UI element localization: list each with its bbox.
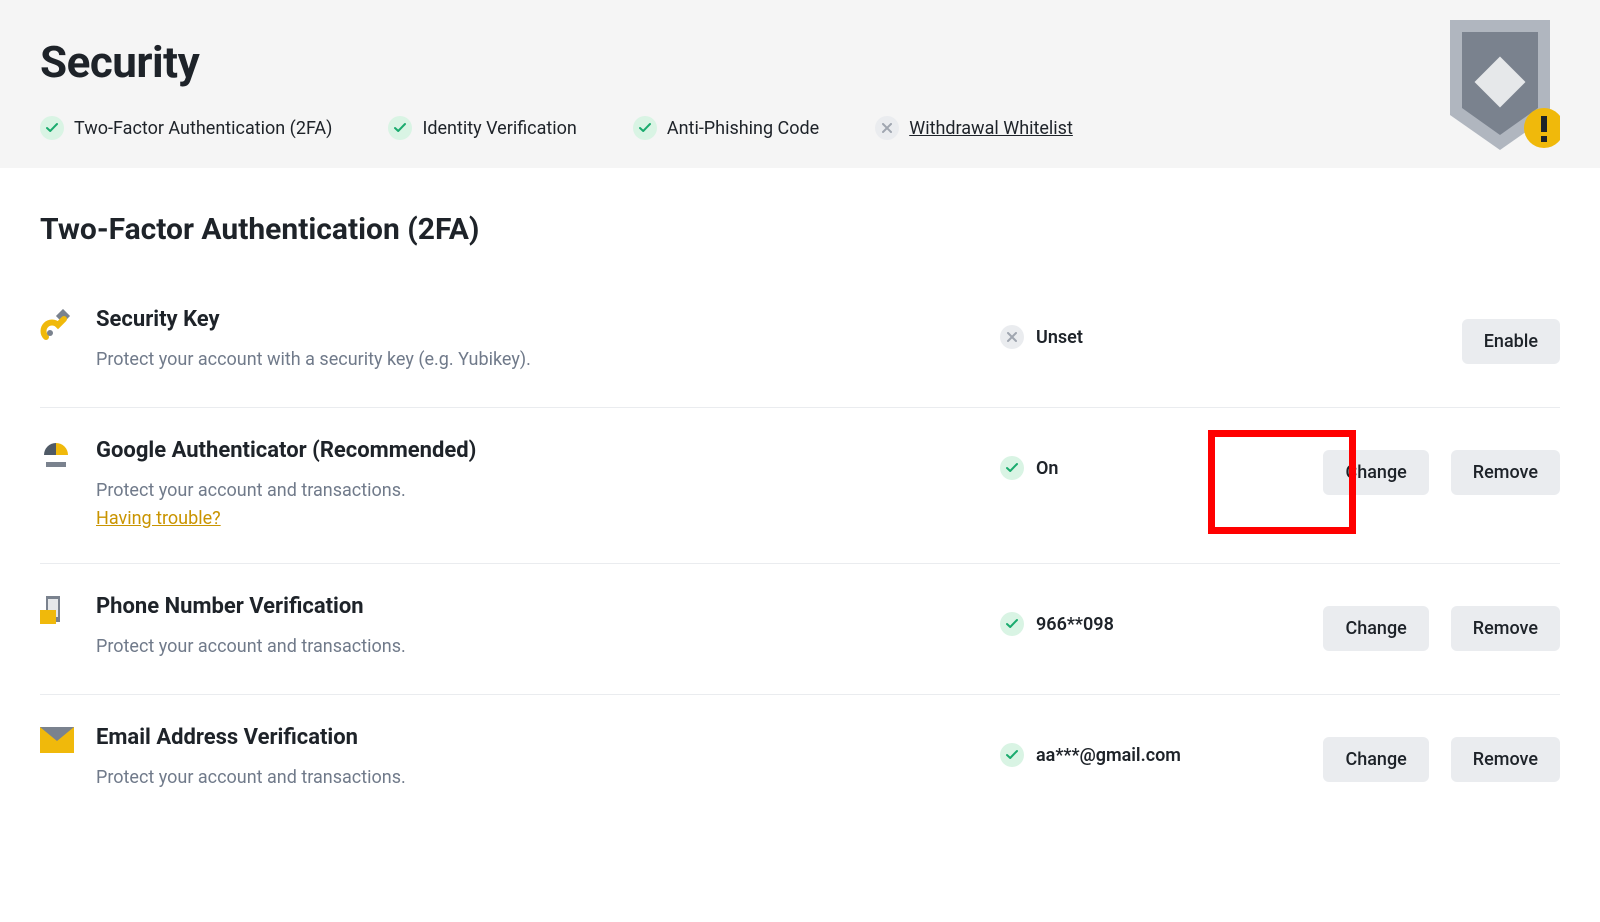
check-icon [40,116,64,140]
check-icon [1000,743,1024,767]
status-value: aa***@gmail.com [1036,745,1181,766]
change-button[interactable]: Change [1323,450,1428,495]
row-security-key: Security Key Protect your account with a… [40,277,1560,408]
item-title: Google Authenticator (Recommended) [96,438,980,463]
section-title: Two-Factor Authentication (2FA) [40,212,1560,247]
status-value: On [1036,458,1058,479]
item-desc: Protect your account and transactions. [96,477,980,504]
remove-button[interactable]: Remove [1451,450,1560,495]
status-value: 966**098 [1036,614,1114,635]
row-email-verification: Email Address Verification Protect your … [40,695,1560,825]
x-icon [1000,325,1024,349]
row-phone-verification: Phone Number Verification Protect your a… [40,564,1560,695]
google-authenticator-icon [40,438,96,476]
enable-button[interactable]: Enable [1462,319,1560,364]
status-item-2fa[interactable]: Two-Factor Authentication (2FA) [40,116,332,140]
status-value: Unset [1036,327,1083,348]
security-shield-icon [1440,20,1560,164]
phone-icon [40,594,96,634]
item-title: Security Key [96,307,980,332]
page-title: Security [40,36,1560,88]
check-icon [633,116,657,140]
item-title: Phone Number Verification [96,594,980,619]
page-header: Security Two-Factor Authentication (2FA)… [0,0,1600,168]
status-row: Two-Factor Authentication (2FA) Identity… [40,116,1560,140]
status-label: Withdrawal Whitelist [909,118,1073,139]
check-icon [1000,456,1024,480]
status-col: aa***@gmail.com [1000,725,1300,767]
status-item-antiphishing[interactable]: Anti-Phishing Code [633,116,819,140]
status-item-withdrawal-whitelist[interactable]: Withdrawal Whitelist [875,116,1073,140]
status-label: Two-Factor Authentication (2FA) [74,118,332,139]
item-title: Email Address Verification [96,725,980,750]
row-google-authenticator: Google Authenticator (Recommended) Prote… [40,408,1560,564]
remove-button[interactable]: Remove [1451,606,1560,651]
x-icon [875,116,899,140]
item-desc: Protect your account with a security key… [96,346,980,373]
status-item-identity[interactable]: Identity Verification [388,116,576,140]
status-col: 966**098 [1000,594,1300,636]
status-col: Unset [1000,307,1300,349]
status-col: On [1000,438,1300,480]
change-button[interactable]: Change [1323,737,1428,782]
check-icon [1000,612,1024,636]
item-desc: Protect your account and transactions. [96,633,980,660]
status-label: Anti-Phishing Code [667,118,819,139]
status-label: Identity Verification [422,118,576,139]
email-icon [40,725,96,757]
content: Two-Factor Authentication (2FA) Security… [0,168,1600,825]
check-icon [388,116,412,140]
having-trouble-link[interactable]: Having trouble? [96,508,221,529]
change-button[interactable]: Change [1323,606,1428,651]
security-key-icon [40,307,96,347]
remove-button[interactable]: Remove [1451,737,1560,782]
item-desc: Protect your account and transactions. [96,764,980,791]
